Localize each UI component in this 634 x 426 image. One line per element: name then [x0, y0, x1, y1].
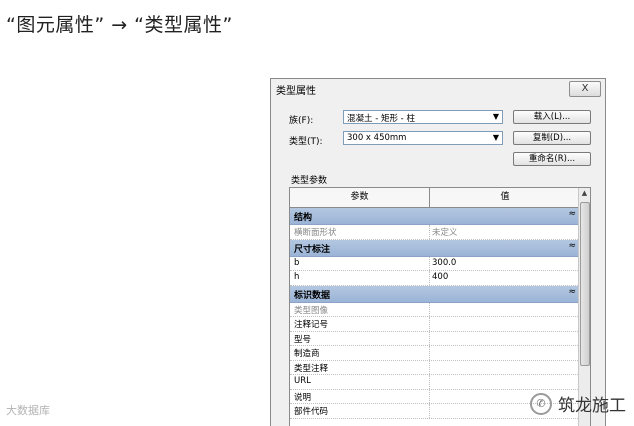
param-value[interactable]: 未定义 [432, 226, 458, 238]
watermark-right: ✆ 筑龙施工 [530, 391, 626, 416]
type-select-value: 300 x 450mm [347, 133, 407, 143]
row-divider [429, 360, 431, 374]
page-heading: “图元属性” → “类型属性” [6, 14, 233, 36]
dialog-title: 类型属性 [276, 86, 316, 97]
close-button[interactable]: X [569, 81, 601, 97]
param-name: 类型注释 [294, 363, 329, 374]
row-divider [429, 302, 431, 316]
family-select[interactable]: 混凝土 - 矩形 - 柱 ▼ [343, 110, 503, 124]
watermark-right-text: 筑龙施工 [558, 396, 626, 416]
grid-rows: 结构 ≈ 横断面形状 未定义尺寸标注 ≈ b 300.0 h 400 标识数据 ≈ 类型图像注释记号型… [290, 208, 580, 419]
group-label: 标识数据 [294, 290, 331, 301]
table-row[interactable]: 型号 [290, 331, 580, 346]
chevron-down-icon: ▼ [492, 112, 499, 121]
type-label: 类型(T): [289, 137, 323, 147]
param-name: 制造商 [294, 349, 320, 359]
row-divider [429, 317, 431, 331]
type-properties-dialog: 类型属性 X 族(F): 混凝土 - 矩形 - 柱 ▼ 载入(L)... 类型(… [270, 78, 606, 426]
type-params-label: 类型参数 [291, 176, 328, 186]
param-value[interactable]: 300.0 [432, 258, 456, 268]
row-divider [429, 271, 431, 285]
param-name: 型号 [294, 334, 312, 345]
table-row[interactable]: b 300.0 [290, 256, 580, 271]
param-name: h [294, 272, 300, 282]
column-header-param[interactable]: 参数 [290, 188, 430, 207]
column-header-value[interactable]: 值 [430, 188, 580, 207]
param-value[interactable]: 400 [432, 272, 448, 282]
chevron-down-icon: ▼ [492, 133, 499, 142]
group-header[interactable]: 尺寸标注 ≈ [290, 239, 580, 257]
table-row[interactable]: 类型注释 [290, 360, 580, 375]
row-divider [429, 256, 431, 270]
row-divider [429, 331, 431, 345]
row-divider [429, 375, 431, 389]
family-label: 族(F): [289, 116, 314, 126]
collapse-toggle-icon[interactable]: ≈ [568, 209, 576, 219]
param-name: URL [294, 376, 311, 386]
table-row[interactable]: 注释记号 [290, 317, 580, 332]
row-divider [429, 225, 431, 239]
family-select-value: 混凝土 - 矩形 - 柱 [347, 114, 415, 124]
grid-header: 参数 值 [290, 188, 580, 208]
row-divider [429, 346, 431, 360]
param-name: 注释记号 [294, 320, 329, 330]
row-divider [429, 404, 431, 418]
scroll-up-arrow-icon[interactable]: ▲ [579, 188, 590, 199]
scrollbar-thumb[interactable] [580, 202, 590, 366]
group-header[interactable]: 标识数据 ≈ [290, 285, 580, 303]
param-name: 说明 [294, 392, 312, 403]
param-name: 横断面形状 [294, 228, 337, 238]
table-row[interactable]: h 400 [290, 271, 580, 286]
collapse-toggle-icon[interactable]: ≈ [568, 241, 576, 251]
group-label: 结构 [294, 213, 313, 223]
watermark-logo-icon: ✆ [530, 392, 552, 415]
group-header[interactable]: 结构 ≈ [290, 208, 580, 225]
group-label: 尺寸标注 [294, 244, 331, 255]
param-name: b [294, 257, 300, 268]
table-row[interactable]: 制造商 [290, 346, 580, 361]
table-row[interactable]: 类型图像 [290, 302, 580, 317]
rename-button[interactable]: 重命名(R)... [513, 152, 591, 166]
collapse-toggle-icon[interactable]: ≈ [568, 287, 576, 297]
row-divider [429, 389, 431, 403]
type-select[interactable]: 300 x 450mm ▼ [343, 131, 503, 145]
dialog-titlebar: 类型属性 X [271, 79, 605, 99]
duplicate-button[interactable]: 复制(D)... [513, 131, 591, 145]
watermark-left: 大数据库 [6, 404, 50, 417]
table-row[interactable]: URL [290, 375, 580, 390]
param-name: 类型图像 [294, 305, 329, 316]
load-button[interactable]: 载入(L)... [513, 110, 591, 124]
param-name: 部件代码 [294, 407, 329, 417]
table-row[interactable]: 横断面形状 未定义 [290, 225, 580, 240]
